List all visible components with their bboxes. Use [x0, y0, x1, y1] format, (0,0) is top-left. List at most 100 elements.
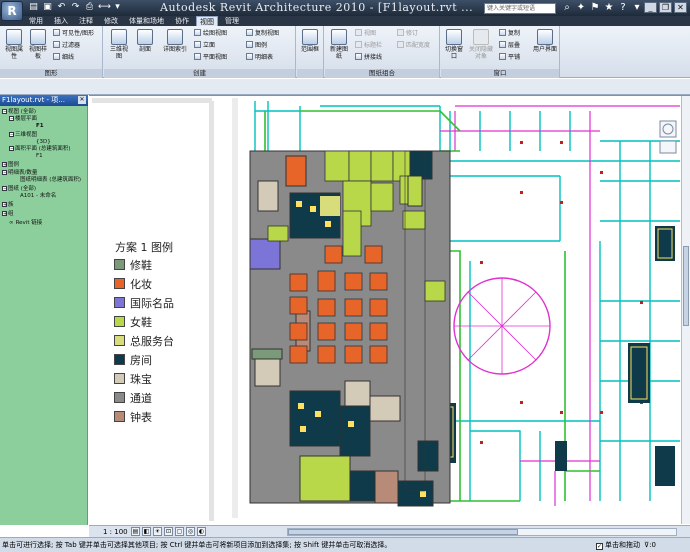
3d-view-button[interactable]: 三维视图 — [108, 29, 130, 60]
tree-view-f1[interactable]: F1 — [36, 123, 44, 130]
drawing-area[interactable] — [89, 95, 690, 525]
horizontal-scrollbar[interactable] — [287, 528, 677, 536]
temp-hide-icon[interactable]: ◎ — [186, 527, 195, 536]
tree-3d-views[interactable]: −三维视图 — [9, 132, 37, 139]
duplicate-view-button[interactable]: 复制视图 — [246, 29, 279, 38]
tile-button[interactable]: 平铺 — [499, 53, 520, 62]
new-sheet-button[interactable]: 新建图纸 — [328, 29, 350, 60]
tree-sheets[interactable]: −图纸 (全部) — [2, 186, 36, 193]
scope-box-label: 范围框 — [300, 46, 319, 53]
floor-plan-drawing[interactable] — [89, 96, 690, 525]
crop-view-icon[interactable]: ⊡ — [164, 527, 173, 536]
checkbox-checked-icon[interactable]: ✓ — [596, 543, 603, 550]
visibility-graphics-button[interactable]: 可见性/图形 — [53, 29, 94, 38]
vertical-scrollbar[interactable] — [681, 96, 690, 524]
tree-views-all[interactable]: −视图 (全部) — [2, 109, 36, 116]
close-button[interactable]: ✕ — [674, 2, 687, 13]
selection-filter[interactable]: ⊽:0 — [644, 541, 656, 550]
legends-button[interactable]: 图例 — [246, 41, 267, 50]
collapse-icon[interactable]: − — [2, 109, 7, 115]
tree-area-f1[interactable]: F1 — [36, 153, 43, 160]
close-hidden-button[interactable]: 关闭隐藏对象 — [467, 29, 495, 60]
tree-families[interactable]: +族 — [2, 202, 14, 209]
tab-collaborate[interactable]: 协作 — [172, 16, 192, 26]
horizontal-scroll-thumb[interactable] — [288, 529, 518, 535]
collapse-icon[interactable]: − — [9, 116, 14, 122]
view-properties-button[interactable]: 视图属性 — [3, 29, 25, 60]
switch-windows-button[interactable]: 切换窗口 — [443, 29, 465, 60]
legend-label: 女鞋 — [130, 316, 152, 329]
view-templates-button[interactable]: 视图样板 — [27, 29, 49, 60]
tree-floor-plans[interactable]: −楼层平面 — [9, 116, 37, 123]
collapse-icon[interactable]: − — [9, 132, 14, 138]
open-icon[interactable]: ▤ — [28, 2, 39, 13]
help-search-input[interactable]: 键入关键字或短语 — [484, 3, 556, 14]
tab-view[interactable]: 视图 — [196, 16, 218, 26]
plan-views-button[interactable]: 平面视图 — [194, 53, 227, 62]
expand-icon[interactable]: + — [2, 211, 7, 217]
tree-groups[interactable]: +组 — [2, 211, 14, 218]
minimize-button[interactable]: _ — [644, 2, 657, 13]
save-icon[interactable]: ▣ — [42, 2, 53, 13]
show-crop-icon[interactable]: ▢ — [175, 527, 184, 536]
undo-icon[interactable]: ↶ — [56, 2, 67, 13]
collapse-icon[interactable]: − — [9, 146, 14, 152]
callout-button[interactable]: 详图索引 — [160, 29, 190, 53]
revisions-button[interactable]: 修订 — [397, 29, 418, 38]
help-icon[interactable]: ? — [618, 2, 628, 14]
tab-annotate[interactable]: 注释 — [76, 16, 96, 26]
tree-legends[interactable]: +图例 — [2, 162, 19, 169]
thin-lines-button[interactable]: 细线 — [53, 53, 74, 62]
application-menu-button[interactable]: R — [1, 1, 23, 21]
subscription-icon[interactable]: ✦ — [576, 2, 586, 14]
tab-massing-site[interactable]: 体量和场地 — [126, 16, 167, 26]
steering-wheel-icon[interactable] — [659, 120, 677, 154]
legend-label: 房间 — [130, 354, 152, 367]
tree-schedules[interactable]: −明细表/数量 — [2, 170, 37, 177]
tree-area-plans[interactable]: −面积平面 (总建筑面积) — [9, 146, 71, 153]
tab-home[interactable]: 常用 — [26, 16, 46, 26]
help-dropdown-icon[interactable]: ▾ — [632, 2, 642, 14]
tab-modify[interactable]: 修改 — [101, 16, 121, 26]
collapse-icon[interactable]: − — [2, 170, 7, 176]
measure-icon[interactable]: ⟷ — [98, 2, 111, 13]
favorites-icon[interactable]: ★ — [604, 2, 614, 14]
expand-icon[interactable]: + — [2, 202, 7, 208]
settings-icon[interactable]: ▾ — [112, 2, 123, 13]
drafting-view-button[interactable]: 绘图视图 — [194, 29, 227, 38]
schedules-button[interactable]: 明细表 — [246, 53, 273, 62]
redo-icon[interactable]: ↷ — [70, 2, 81, 13]
view-scale[interactable]: 1 : 100 — [103, 527, 128, 537]
replicate-button[interactable]: 复制 — [499, 29, 520, 38]
filters-button[interactable]: 过滤器 — [53, 41, 80, 50]
tree-sheet-a101[interactable]: A101 - 未命名 — [20, 193, 56, 200]
communication-icon[interactable]: ⚑ — [590, 2, 600, 14]
restore-button[interactable]: ❐ — [659, 2, 672, 13]
user-interface-button[interactable]: 用户界面 — [533, 29, 557, 53]
shadows-icon[interactable]: ☀ — [153, 527, 162, 536]
cascade-button[interactable]: 层叠 — [499, 41, 520, 50]
view-button[interactable]: 视图 — [355, 29, 376, 38]
binoculars-icon[interactable]: ⌕ — [562, 2, 572, 14]
elevation-button[interactable]: 立面 — [194, 41, 215, 50]
scope-box-button[interactable]: 范围框 — [299, 29, 321, 53]
detail-level-icon[interactable]: ▤ — [131, 527, 140, 536]
drag-option[interactable]: ✓ 单击和拖动 — [596, 541, 640, 550]
tree-schedule-item[interactable]: 图纸明细表 (总建筑面积) — [20, 177, 81, 184]
match-width-button[interactable]: 匹配宽度 — [397, 41, 430, 50]
close-icon[interactable]: ✕ — [78, 96, 86, 104]
collapse-icon[interactable]: − — [2, 186, 7, 192]
vertical-scroll-thumb[interactable] — [683, 246, 689, 326]
visual-style-icon[interactable]: ◧ — [142, 527, 151, 536]
section-button[interactable]: 剖面 — [134, 29, 156, 53]
tab-manage[interactable]: 管理 — [222, 16, 242, 26]
matchline-button[interactable]: 拼接线 — [355, 53, 382, 62]
title-block-button[interactable]: 标题栏 — [355, 41, 382, 50]
tab-insert[interactable]: 插入 — [51, 16, 71, 26]
view-properties-icon — [6, 29, 22, 45]
expand-icon[interactable]: + — [2, 162, 7, 168]
reveal-hidden-icon[interactable]: ◐ — [197, 527, 206, 536]
tree-revit-links[interactable]: ∞ Revit 链接 — [9, 220, 42, 227]
tree-view-3d[interactable]: {3D} — [36, 139, 51, 146]
print-icon[interactable]: ⎙ — [84, 2, 95, 13]
